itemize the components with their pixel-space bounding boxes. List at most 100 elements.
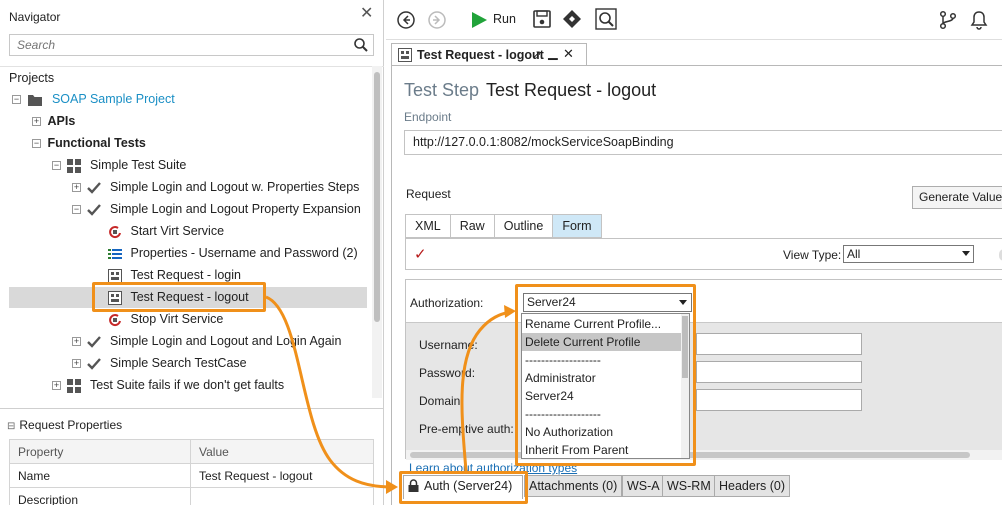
tree-item-label: Simple Login and Logout Property Expansi… [109, 202, 361, 217]
soap-request-icon [108, 268, 122, 283]
tab-ws-a[interactable]: WS-A [622, 475, 665, 497]
dropdown-scrollbar[interactable] [681, 314, 689, 458]
expand-icon[interactable]: + [72, 359, 81, 369]
tree-item-login-logout-login-again[interactable]: + Simple Login and Logout and Login Agai… [72, 331, 341, 352]
collapse-icon[interactable]: − [32, 139, 41, 149]
authorization-select[interactable]: Server24 [523, 293, 692, 312]
horizontal-scrollbar[interactable] [406, 450, 1002, 460]
view-type-value: All [847, 247, 861, 261]
table-row[interactable]: Description [9, 487, 374, 505]
search-icon[interactable] [595, 8, 617, 30]
tab-headers[interactable]: Headers (0) [714, 475, 790, 497]
endpoint-input[interactable]: http://127.0.0.1:8082/mockServiceSoapBin… [404, 130, 1002, 155]
tree-item-login-logout-properties[interactable]: + Simple Login and Logout w. Properties … [72, 177, 359, 198]
run-icon[interactable] [470, 11, 488, 29]
tree-item-simple-test-suite[interactable]: − Simple Test Suite [52, 155, 186, 176]
navigator-panel: Navigator ✕ Projects − SOAP Sample Proje… [0, 0, 384, 505]
request-editor: Test Step Test Request - logout Endpoint … [391, 65, 1002, 505]
collapse-icon[interactable]: − [52, 161, 61, 171]
lock-icon [408, 479, 419, 493]
tree-scrollbar[interactable] [372, 66, 382, 398]
dropdown-separator: ------------------- [525, 407, 601, 421]
step-name: Test Request - logout [486, 80, 657, 100]
checkmark-icon [87, 357, 102, 370]
close-tab-icon[interactable]: ✕ [563, 43, 574, 65]
value-cell[interactable]: Test Request - logout [190, 463, 374, 488]
collapse-icon[interactable]: − [72, 205, 81, 215]
tree-item-start-virt-service[interactable]: Start Virt Service [108, 221, 224, 242]
table-row[interactable]: Name Test Request - logout [9, 463, 374, 488]
run-button-label[interactable]: Run [493, 12, 516, 26]
tree-item-test-request-login[interactable]: Test Request - login [108, 265, 241, 286]
learn-authorization-link[interactable]: Learn about authorization types [409, 461, 577, 475]
view-type-select[interactable]: All [843, 245, 974, 263]
tree-item-apis[interactable]: + APIs [32, 111, 75, 132]
username-field[interactable] [696, 333, 862, 355]
tree-item-login-logout-property-expansion[interactable]: − Simple Login and Logout Property Expan… [72, 199, 361, 220]
soap-request-icon [398, 48, 412, 62]
request-label: Request [406, 187, 451, 201]
chevron-down-icon [962, 251, 970, 256]
expand-icon[interactable]: + [72, 337, 81, 347]
start-virt-icon [109, 225, 121, 238]
page-title: Test Step Test Request - logout [404, 80, 656, 101]
generate-values-button[interactable]: Generate Values [912, 186, 1002, 209]
dropdown-item-inherit-from-parent[interactable]: Inherit From Parent [522, 441, 682, 458]
properties-table: Property Value Name Test Request - logou… [9, 439, 374, 505]
notifications-icon[interactable] [970, 10, 988, 30]
validate-check-icon[interactable]: ✓ [414, 245, 427, 263]
authorization-label: Authorization: [410, 296, 484, 310]
editor-tab-test-request-logout[interactable]: Test Request - logout ↗ ▁ ✕ [391, 43, 587, 66]
collapse-icon[interactable]: − [12, 95, 21, 105]
value-cell[interactable] [190, 487, 374, 505]
tree-item-test-request-logout[interactable]: Test Request - logout [9, 287, 367, 308]
navigator-search-box[interactable] [9, 34, 374, 56]
authorization-value: Server24 [527, 295, 576, 309]
expand-icon[interactable]: + [52, 381, 61, 391]
tab-form[interactable]: Form [552, 214, 602, 238]
scrollbar-thumb[interactable] [410, 452, 970, 458]
tab-raw[interactable]: Raw [449, 214, 494, 238]
tree-item-label: Stop Virt Service [130, 312, 224, 327]
scrollbar-thumb[interactable] [374, 72, 380, 322]
tree-item-label: Simple Test Suite [89, 158, 187, 173]
forward-icon[interactable] [427, 10, 447, 30]
pin-icon[interactable]: ↗ [532, 44, 541, 66]
navigator-close-icon[interactable]: ✕ [360, 6, 373, 22]
tree-item-stop-virt-service[interactable]: Stop Virt Service [108, 309, 223, 330]
tab-ws-rm[interactable]: WS-RM [662, 475, 716, 497]
tab-attachments[interactable]: Attachments (0) [524, 475, 623, 497]
tree-item-label: Test Request - login [130, 268, 241, 283]
column-header-value: Value [190, 439, 374, 464]
column-header-property: Property [9, 439, 191, 464]
expand-icon[interactable]: + [32, 117, 41, 127]
scrollbar-thumb[interactable] [682, 316, 688, 378]
navigator-search-input[interactable] [10, 35, 340, 55]
dropdown-item-no-authorization[interactable]: No Authorization [522, 423, 682, 441]
tree-item-label: Test Request - logout [130, 290, 249, 305]
save-icon[interactable] [533, 10, 551, 28]
minimize-icon[interactable]: ▁ [548, 42, 558, 64]
branch-icon[interactable] [939, 10, 957, 30]
tree-item-soap-sample-project[interactable]: − SOAP Sample Project [12, 89, 175, 110]
tab-auth[interactable]: Auth (Server24) [403, 475, 523, 499]
password-field[interactable] [696, 361, 862, 383]
tab-outline[interactable]: Outline [493, 214, 553, 238]
tree-item-test-suite-fails[interactable]: + Test Suite fails if we don't get fault… [52, 375, 284, 396]
search-icon[interactable] [353, 37, 369, 53]
dropdown-item-delete-profile[interactable]: Delete Current Profile [522, 333, 682, 351]
tree-item-functional-tests[interactable]: − Functional Tests [32, 133, 146, 154]
collapse-icon[interactable]: ⊟ [7, 421, 15, 432]
expand-icon[interactable]: + [72, 183, 81, 193]
tree-item-simple-search-testcase[interactable]: + Simple Search TestCase [72, 353, 247, 374]
back-icon[interactable] [396, 10, 416, 30]
domain-field[interactable] [696, 389, 862, 411]
tree-item-properties-username-password[interactable]: Properties - Username and Password (2) [108, 243, 358, 264]
api-icon[interactable] [562, 9, 582, 29]
dropdown-item-administrator[interactable]: Administrator [522, 369, 682, 387]
tab-xml[interactable]: XML [405, 214, 450, 238]
dropdown-item-server24[interactable]: Server24 [522, 387, 682, 405]
tree-item-label: Simple Login and Logout w. Properties St… [109, 180, 360, 195]
dropdown-item-rename-profile[interactable]: Rename Current Profile... [522, 315, 682, 333]
authorization-dropdown-list[interactable]: Rename Current Profile... Delete Current… [521, 313, 690, 459]
